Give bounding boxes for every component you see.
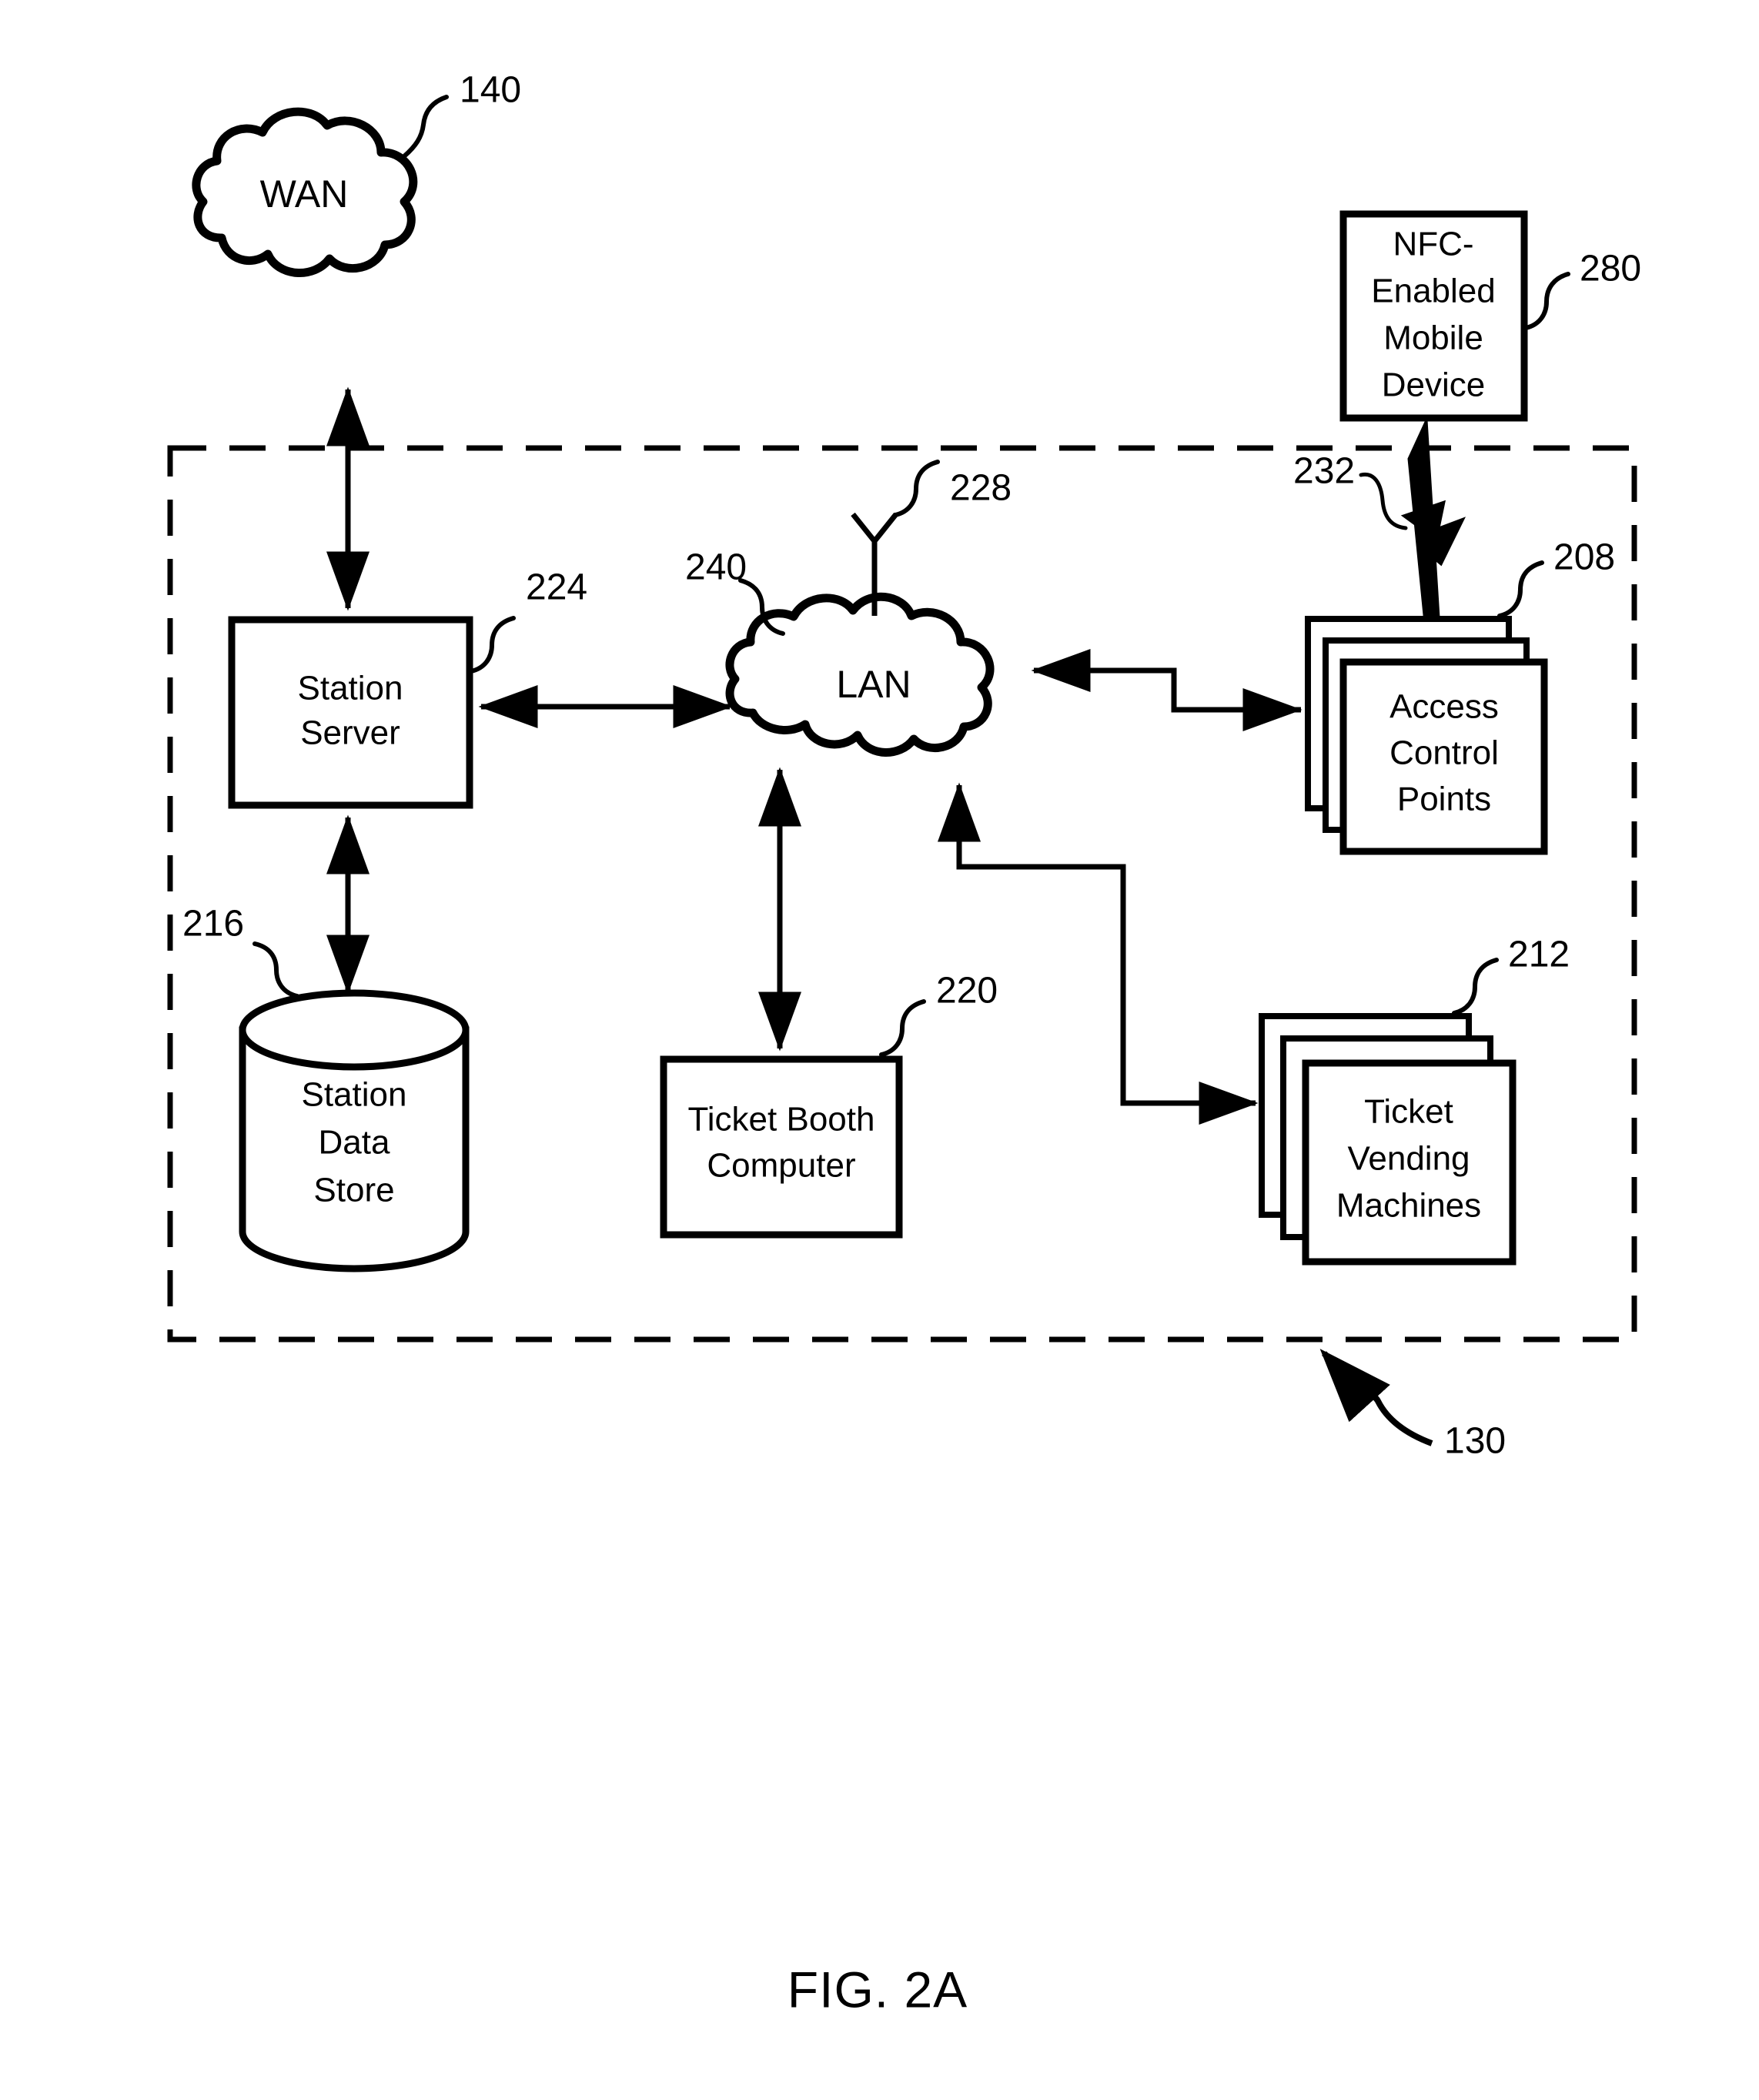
network-diagram: WAN 140 NFC- Enabled Mobile Device 280 2… — [167, 70, 1641, 2018]
tvm-leader-line — [1452, 958, 1499, 1015]
wan-leader-line — [402, 95, 449, 159]
tvm-line-2: Vending — [1347, 1140, 1470, 1178]
connector-lan-to-tvm — [938, 782, 1259, 1125]
tbc-line-1: Ticket Booth — [688, 1101, 875, 1139]
nfc-mobile-device: NFC- Enabled Mobile Device — [1339, 210, 1528, 422]
ticket-vending-machines: Ticket Vending Machines — [1259, 1013, 1517, 1266]
sds-line-1: Station — [302, 1076, 407, 1114]
acp-line-1: Access — [1389, 688, 1499, 726]
sds-line-3: Store — [313, 1172, 394, 1209]
tvm-line-3: Machines — [1336, 1187, 1481, 1225]
ref-224: 224 — [526, 567, 587, 608]
access-control-points: Access Control Points — [1305, 616, 1548, 855]
sds-leader-line — [252, 941, 299, 998]
station-server-line-2: Server — [300, 714, 400, 752]
patent-figure: WAN 140 NFC- Enabled Mobile Device 280 2… — [0, 0, 1759, 2100]
ref-240: 240 — [685, 547, 747, 588]
ref-220: 220 — [936, 971, 998, 1012]
ref-212: 212 — [1508, 935, 1570, 975]
nfc-line-2: Enabled — [1371, 273, 1495, 310]
wan-label: WAN — [260, 172, 349, 216]
ref-232: 232 — [1293, 451, 1355, 492]
station-server-line-1: Station — [298, 670, 403, 707]
ticket-booth-computer: Ticket Booth Computer — [660, 1055, 903, 1239]
nfc-leader-line — [1523, 272, 1570, 330]
lan-label: LAN — [836, 663, 911, 706]
nfc-link-leader-line — [1359, 472, 1408, 530]
station-server: Station Server — [228, 616, 473, 809]
figure-caption: FIG. 2A — [788, 1961, 968, 2018]
connector-lan-to-acp — [1034, 667, 1303, 731]
acp-leader-line — [1497, 560, 1544, 618]
sds-line-2: Data — [319, 1124, 390, 1162]
acp-line-3: Points — [1397, 781, 1491, 818]
connector-acp-to-lan — [1031, 649, 1301, 713]
ref-216: 216 — [182, 904, 244, 945]
ref-228: 228 — [950, 468, 1012, 509]
nfc-line-4: Device — [1382, 366, 1486, 404]
tbc-leader-line — [879, 999, 926, 1057]
station-data-store: Station Data Store — [239, 989, 470, 1272]
nfc-line-3: Mobile — [1383, 319, 1483, 357]
lan-cloud: LAN — [725, 592, 995, 757]
tbc-line-2: Computer — [707, 1147, 855, 1185]
ref-130: 130 — [1444, 1421, 1506, 1462]
antenna-leader-line — [893, 460, 940, 517]
ref-208: 208 — [1553, 537, 1615, 578]
nfc-line-1: NFC- — [1393, 226, 1473, 263]
ref-140: 140 — [460, 70, 521, 111]
station-server-leader-line — [469, 616, 516, 674]
tvm-line-1: Ticket — [1364, 1093, 1453, 1131]
ref-280: 280 — [1580, 249, 1641, 289]
wan-cloud: WAN — [192, 107, 418, 277]
boundary-leader-line — [1319, 1349, 1433, 1446]
acp-line-2: Control — [1389, 734, 1499, 772]
